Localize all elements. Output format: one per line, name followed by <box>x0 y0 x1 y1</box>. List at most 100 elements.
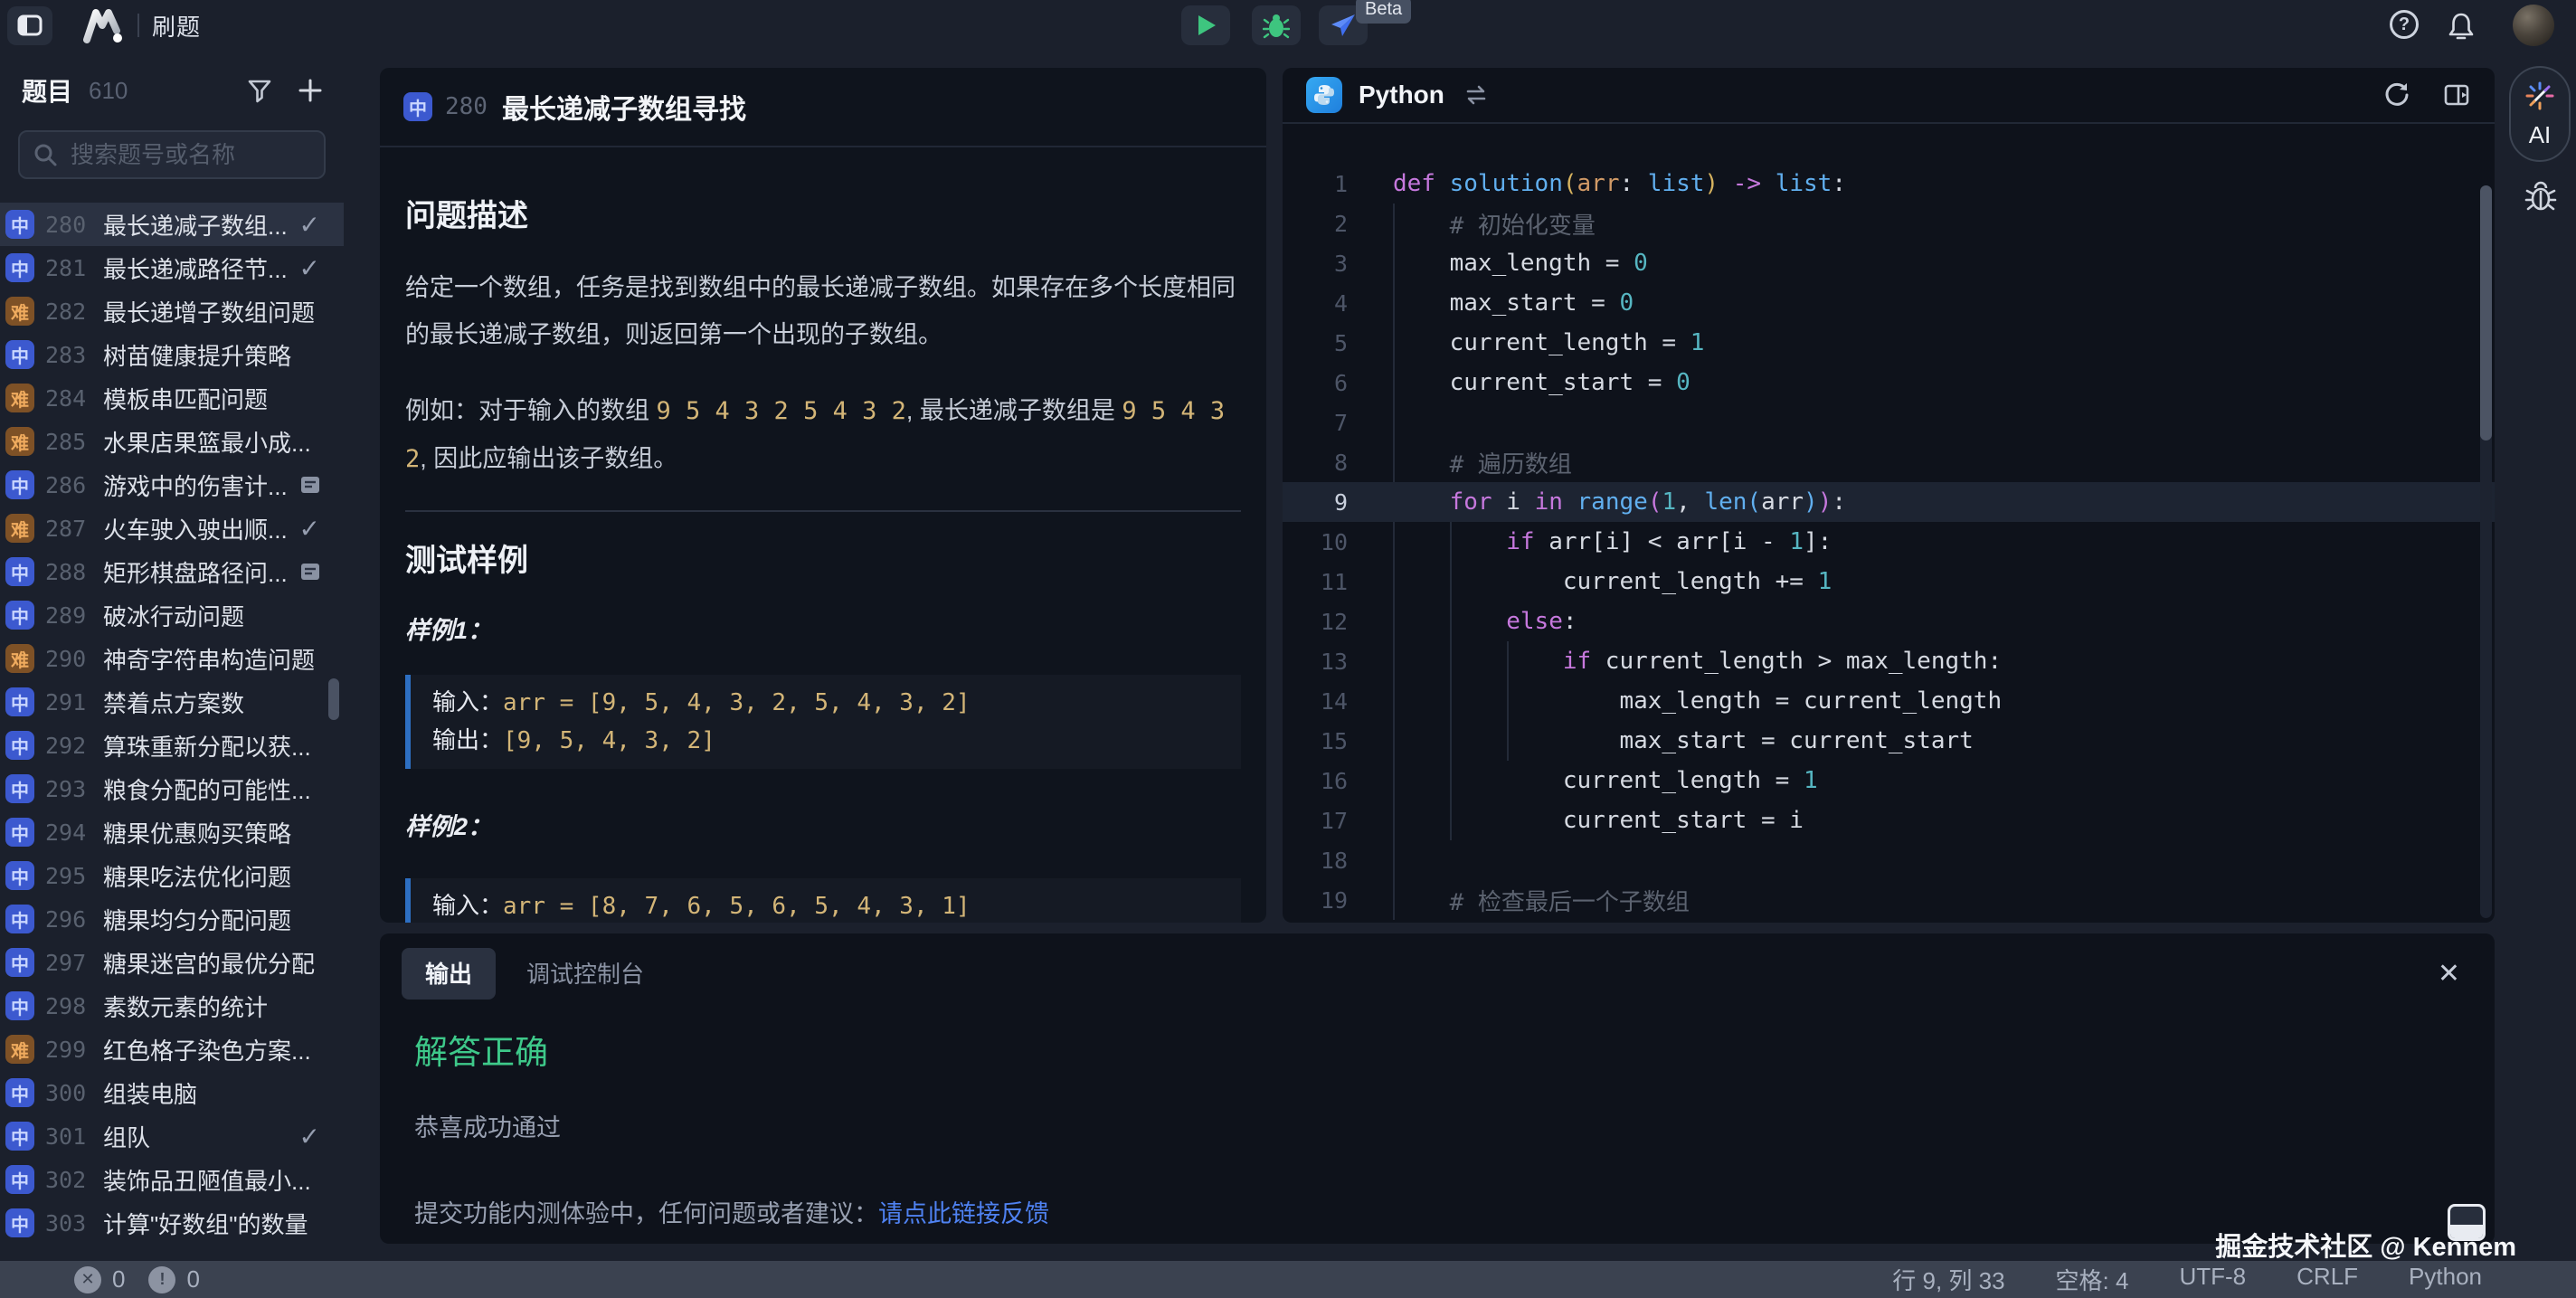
sidebar-item-302[interactable]: 中302装饰品丑陋值最小... <box>0 1158 344 1201</box>
code-line-7[interactable]: 7 <box>1283 403 2495 442</box>
sidebar-item-286[interactable]: 中286游戏中的伤害计... <box>0 463 344 507</box>
code-line-1[interactable]: 1def solution(arr: list) -> list: <box>1283 164 2495 204</box>
code-line-14[interactable]: 14 max_length = current_length <box>1283 681 2495 721</box>
sidebar-item-293[interactable]: 中293粮食分配的可能性... <box>0 767 344 810</box>
code-line-8[interactable]: 8 # 遍历数组 <box>1283 442 2495 482</box>
bug-outline-icon <box>2524 179 2558 213</box>
question-icon: ? <box>2399 14 2410 35</box>
code-line-2[interactable]: 2 # 初始化变量 <box>1283 204 2495 243</box>
sidebar-item-282[interactable]: 难282最长递增子数组问题 <box>0 289 344 333</box>
difficulty-badge: 中 <box>5 818 34 847</box>
code-line-17[interactable]: 17 current_start = i <box>1283 801 2495 840</box>
editor-body[interactable]: 1def solution(arr: list) -> list:2 # 初始化… <box>1283 124 2495 921</box>
status-item[interactable]: Python <box>2409 1263 2482 1296</box>
problem-number: 280 <box>45 212 92 238</box>
beta-badge: Beta <box>1356 0 1411 24</box>
problem-number: 282 <box>45 298 92 325</box>
difficulty-badge: 中 <box>5 253 34 282</box>
errors-icon[interactable]: ✕ <box>74 1266 101 1293</box>
search-box[interactable] <box>18 130 326 179</box>
sidebar-item-299[interactable]: 难299红色格子染色方案... <box>0 1028 344 1071</box>
problem-title: 禁着点方案数 <box>103 686 333 719</box>
feedback-link[interactable]: 请点此链接反馈 <box>878 1200 1049 1227</box>
problem-title: 最长递减子数组寻找 <box>502 87 746 127</box>
code-line-5[interactable]: 5 current_length = 1 <box>1283 323 2495 363</box>
debug-button[interactable] <box>1252 5 1301 45</box>
code-line-19[interactable]: 19 # 检查最后一个子数组 <box>1283 880 2495 920</box>
close-output-button[interactable]: ✕ <box>2425 958 2473 990</box>
line-content: for i in range(1, len(arr)): <box>1348 488 1846 516</box>
sidebar-item-289[interactable]: 中289破冰行动问题 <box>0 593 344 637</box>
tab-output[interactable]: 输出 <box>402 948 496 1000</box>
help-button[interactable]: ? <box>2390 10 2419 39</box>
status-item[interactable]: 行 9, 列 33 <box>1892 1263 2004 1296</box>
sidebar-item-284[interactable]: 难284模板串匹配问题 <box>0 376 344 420</box>
warnings-icon[interactable]: ! <box>148 1266 175 1293</box>
sidebar-item-298[interactable]: 中298素数元素的统计 <box>0 984 344 1028</box>
notifications-button[interactable] <box>2446 11 2477 42</box>
problem-title: 糖果优惠购买策略 <box>103 816 333 849</box>
app-logo-icon[interactable] <box>83 7 123 43</box>
line-number: 8 <box>1283 450 1348 476</box>
filter-button[interactable] <box>246 77 273 104</box>
sidebar-toggle-button[interactable] <box>7 6 52 45</box>
sidebar-item-288[interactable]: 中288矩形棋盘路径问... <box>0 550 344 593</box>
sidebar-item-294[interactable]: 中294糖果优惠购买策略 <box>0 810 344 854</box>
sidebar-item-281[interactable]: 中281最长递减路径节...✓ <box>0 246 344 289</box>
problem-number: 297 <box>45 950 92 976</box>
ai-assistant-button[interactable]: AI <box>2509 66 2571 162</box>
status-item[interactable]: UTF-8 <box>2179 1263 2246 1296</box>
sidebar-item-295[interactable]: 中295糖果吃法优化问题 <box>0 854 344 897</box>
problem-description-panel: 中 280 最长递减子数组寻找 问题描述 给定一个数组，任务是找到数组中的最长递… <box>380 68 1266 923</box>
plus-icon <box>297 77 324 104</box>
code-line-4[interactable]: 4 max_start = 0 <box>1283 283 2495 323</box>
run-button[interactable] <box>1181 5 1230 45</box>
code-line-15[interactable]: 15 max_start = current_start <box>1283 721 2495 761</box>
sidebar-item-283[interactable]: 中283树苗健康提升策略 <box>0 333 344 376</box>
difficulty-badge: 中 <box>5 1208 34 1237</box>
code-line-16[interactable]: 16 current_length = 1 <box>1283 761 2495 801</box>
line-content: max_length = current_length <box>1348 687 2002 715</box>
sidebar-item-300[interactable]: 中300组装电脑 <box>0 1071 344 1114</box>
reset-code-button[interactable] <box>2382 81 2411 109</box>
code-line-13[interactable]: 13 if current_length > max_length: <box>1283 641 2495 681</box>
sidebar-item-287[interactable]: 难287火车驶入驶出顺...✓ <box>0 507 344 550</box>
difficulty-badge: 中 <box>5 1122 34 1151</box>
line-content: current_length += 1 <box>1348 568 1832 595</box>
sidebar-item-280[interactable]: 中280最长递减子数组...✓ <box>0 203 344 246</box>
sidebar-header: 题目 610 <box>0 51 344 109</box>
user-avatar[interactable] <box>2513 5 2554 46</box>
code-line-3[interactable]: 3 max_length = 0 <box>1283 243 2495 283</box>
line-content: max_start = current_start <box>1348 727 1974 754</box>
output-body: 解答正确 恭喜成功通过 提交功能内测体验中，任何问题或者建议：请点此链接反馈 <box>380 1000 2495 1229</box>
samples-heading: 测试样例 <box>405 535 1241 580</box>
status-item[interactable]: CRLF <box>2297 1263 2358 1296</box>
line-content: current_start = i <box>1348 807 1804 834</box>
sidebar-scrollbar[interactable] <box>328 678 339 720</box>
problem-title: 矩形棋盘路径问... <box>103 555 298 589</box>
code-line-6[interactable]: 6 current_start = 0 <box>1283 363 2495 403</box>
tab-debug-console[interactable]: 调试控制台 <box>503 948 668 1000</box>
code-line-18[interactable]: 18 <box>1283 840 2495 880</box>
sidebar-item-303[interactable]: 中303计算"好数组"的数量 <box>0 1201 344 1245</box>
editor-scrollbar-thumb[interactable] <box>2480 185 2492 441</box>
sidebar-item-285[interactable]: 难285水果店果篮最小成... <box>0 420 344 463</box>
sidebar-item-290[interactable]: 难290神奇字符串构造问题 <box>0 637 344 680</box>
split-editor-button[interactable] <box>2442 81 2471 109</box>
add-problem-button[interactable] <box>297 77 324 104</box>
sidebar-item-292[interactable]: 中292算珠重新分配以获... <box>0 724 344 767</box>
status-item[interactable]: 空格: 4 <box>2056 1263 2129 1296</box>
report-bug-button[interactable] <box>2524 179 2558 213</box>
code-line-11[interactable]: 11 current_length += 1 <box>1283 562 2495 602</box>
code-line-10[interactable]: 10 if arr[i] < arr[i - 1]: <box>1283 522 2495 562</box>
problem-number: 289 <box>45 602 92 629</box>
code-line-12[interactable]: 12 else: <box>1283 602 2495 641</box>
sidebar-item-291[interactable]: 中291禁着点方案数 <box>0 680 344 724</box>
sidebar-item-301[interactable]: 中301组队✓ <box>0 1114 344 1158</box>
difficulty-badge: 中 <box>5 557 34 586</box>
code-line-9[interactable]: 9 for i in range(1, len(arr)): <box>1283 482 2495 522</box>
switch-language-button[interactable] <box>1463 81 1490 109</box>
search-input[interactable] <box>69 140 304 170</box>
sidebar-item-296[interactable]: 中296糖果均匀分配问题 <box>0 897 344 941</box>
sidebar-item-297[interactable]: 中297糖果迷宫的最优分配 <box>0 941 344 984</box>
